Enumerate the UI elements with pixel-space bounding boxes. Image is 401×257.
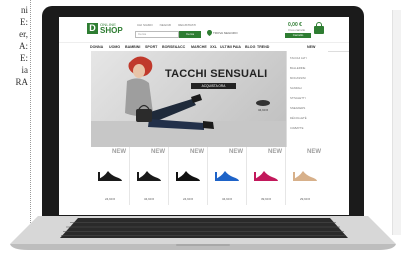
- new-badge: NEW: [112, 149, 126, 155]
- top-link[interactable]: REGISTRATI: [178, 23, 196, 27]
- article-line: er,: [19, 29, 28, 39]
- nav-item-new[interactable]: NEW: [307, 45, 315, 49]
- shopping-bag-icon[interactable]: [313, 22, 325, 34]
- product-row: NEW 24,90 € NEW 34,90 € NEW 24,90 € NEW …: [91, 147, 327, 207]
- nav-item[interactable]: DONNA: [90, 45, 103, 49]
- search-input[interactable]: Cerca: [135, 31, 179, 38]
- nav-item[interactable]: XXL: [210, 45, 217, 49]
- top-link[interactable]: CHI SIAMO: [137, 23, 153, 27]
- product-price: 29,90 €: [299, 197, 310, 201]
- product-card[interactable]: NEW 24,90 €: [169, 147, 208, 205]
- product-card[interactable]: NEW 24,90 €: [91, 147, 130, 205]
- product-price: 24,90 €: [182, 197, 193, 201]
- nav-item[interactable]: BLOG: [245, 45, 255, 49]
- shoe-image: [293, 171, 317, 181]
- location-pin-icon: [207, 30, 212, 36]
- new-dropdown-menu: TACCHI ALTI BALLERINE MOCASSINI SANDALI …: [286, 51, 328, 147]
- dropdown-item[interactable]: TACCHI ALTI: [290, 56, 307, 60]
- product-price: 39,90 €: [260, 197, 271, 201]
- article-line: ia: [21, 65, 29, 75]
- shoe-image: [215, 171, 239, 181]
- new-badge: NEW: [229, 149, 243, 155]
- shoe-image: [254, 171, 278, 181]
- product-card[interactable]: NEW 34,90 €: [130, 147, 169, 205]
- nav-item[interactable]: BORSE&ACC: [162, 45, 185, 49]
- page-margin: [59, 51, 91, 207]
- top-links: CHI SIAMO NEGOZI REGISTRATI: [137, 23, 196, 27]
- dropdown-item[interactable]: SANDALI: [290, 86, 302, 90]
- store-locator-link[interactable]: TROVA NEGOZIO: [213, 31, 238, 35]
- column-divider: [30, 0, 31, 225]
- product-card[interactable]: NEW 34,90 €: [208, 147, 247, 205]
- dropdown-item[interactable]: DÉCOLLETÉ: [290, 116, 307, 120]
- product-price: 24,90 €: [104, 197, 115, 201]
- dropdown-item[interactable]: CIABATTE: [290, 126, 303, 130]
- nav-item[interactable]: TREND: [257, 45, 269, 49]
- hero-cta-button[interactable]: ACQUISTA ORA: [191, 83, 236, 89]
- article-text-fragment: ni E: er, A: E: ia RA: [0, 0, 28, 230]
- dropdown-item[interactable]: STIVALETTI: [290, 96, 306, 100]
- new-badge: NEW: [190, 149, 204, 155]
- product-price: 34,90 €: [221, 197, 232, 201]
- shoe-image: [176, 171, 200, 181]
- shoe-image: [98, 171, 122, 181]
- cart-subtitle: Il tuo carrello: [288, 28, 306, 32]
- nav-item[interactable]: SPORT: [145, 45, 157, 49]
- shoe-shape: [98, 171, 122, 181]
- cart-button[interactable]: Carrello: [285, 33, 311, 38]
- hero-price: 34,90 €: [258, 108, 269, 112]
- shoe-image: [137, 171, 161, 181]
- new-badge: NEW: [151, 149, 165, 155]
- dropdown-item[interactable]: SNEAKERS: [290, 106, 305, 110]
- new-badge: NEW: [307, 149, 321, 155]
- product-card[interactable]: NEW 39,90 €: [247, 147, 286, 205]
- nav-item[interactable]: MARCHE: [191, 45, 207, 49]
- hero-title: TACCHI SENSUALI: [165, 68, 268, 80]
- laptop-base: [10, 216, 396, 250]
- nav-item[interactable]: BAMBINI: [125, 45, 140, 49]
- article-line: RA: [15, 77, 28, 87]
- page-edge: [392, 10, 401, 235]
- nav-item[interactable]: UOMO: [109, 45, 120, 49]
- article-line: E:: [20, 53, 28, 63]
- hero-banner[interactable]: [91, 51, 286, 147]
- article-line: ni: [20, 5, 28, 15]
- top-link[interactable]: NEGOZI: [160, 23, 172, 27]
- dropdown-item[interactable]: MOCASSINI: [290, 76, 306, 80]
- dropdown-item[interactable]: BALLERINE: [290, 66, 305, 70]
- logo-wordmark[interactable]: SHOP: [100, 26, 123, 35]
- site-logo[interactable]: D: [87, 23, 98, 34]
- new-badge: NEW: [268, 149, 282, 155]
- product-price: 34,90 €: [143, 197, 154, 201]
- article-line: E:: [20, 17, 28, 27]
- hero-model-image: [91, 56, 286, 147]
- product-card[interactable]: NEW 29,90 €: [286, 147, 324, 205]
- article-line: A:: [19, 41, 28, 51]
- nav-item[interactable]: ULTIMI PAIA: [220, 45, 241, 49]
- search-button[interactable]: Cerca: [179, 31, 201, 38]
